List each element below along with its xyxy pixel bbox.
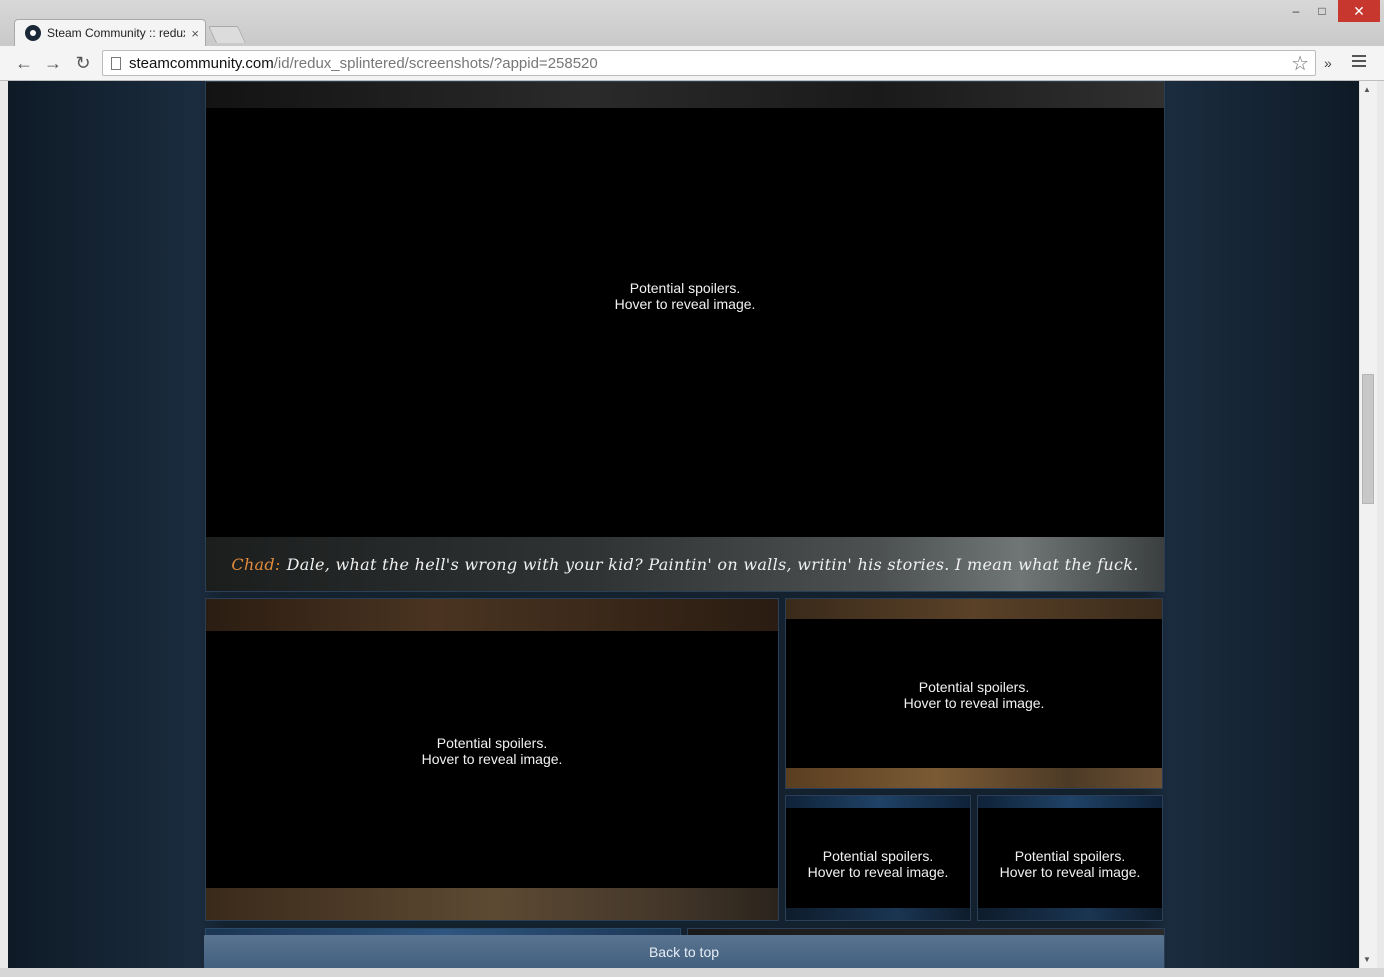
spoiler-notice: Potential spoilers. Hover to reveal imag… — [786, 679, 1162, 711]
browser-tab[interactable]: Steam Community :: redux × — [14, 19, 206, 46]
spoiler-line-2: Hover to reveal image. — [614, 296, 756, 312]
screenshot-edge — [786, 908, 970, 920]
screenshot-medium[interactable]: Potential spoilers. Hover to reveal imag… — [205, 598, 779, 921]
back-to-top-button[interactable]: Back to top — [204, 935, 1164, 968]
screenshot-edge — [978, 908, 1162, 920]
minimize-button[interactable]: – — [1284, 0, 1308, 22]
spoiler-line-1: Potential spoilers. — [436, 735, 548, 751]
bookmark-star-icon[interactable]: ☆ — [1291, 51, 1309, 76]
game-subtitle-caption: Chad: Dale, what the hell's wrong with y… — [206, 537, 1164, 591]
steam-favicon-icon — [25, 25, 41, 41]
screenshot-large[interactable]: Potential spoilers. Hover to reveal imag… — [205, 81, 1165, 592]
spoiler-line-2: Hover to reveal image. — [421, 751, 563, 767]
back-arrow-icon[interactable]: ← — [12, 51, 36, 75]
screenshot-edge — [786, 599, 1162, 619]
scroll-up-arrow-icon[interactable]: ▲ — [1363, 85, 1371, 94]
tab-close-icon[interactable]: × — [191, 26, 199, 41]
close-window-button[interactable]: ✕ — [1338, 0, 1380, 22]
screenshot-small-wide[interactable]: Potential spoilers. Hover to reveal imag… — [785, 598, 1163, 789]
scroll-down-arrow-icon[interactable]: ▼ — [1363, 955, 1371, 964]
spoiler-notice: Potential spoilers. Hover to reveal imag… — [206, 280, 1164, 312]
screenshot-edge — [206, 82, 1164, 108]
screenshot-edge — [786, 796, 970, 808]
address-bar[interactable]: steamcommunity.com/id/redux_splintered/s… — [102, 50, 1316, 76]
spoiler-line-1: Potential spoilers. — [629, 280, 741, 296]
tab-title: Steam Community :: redux — [47, 26, 185, 40]
caption-speaker: Chad: — [231, 554, 281, 574]
page-viewport: Potential spoilers. Hover to reveal imag… — [8, 81, 1359, 968]
maximize-button[interactable]: □ — [1310, 0, 1334, 22]
forward-arrow-icon[interactable]: → — [41, 51, 65, 75]
spoiler-line-2: Hover to reveal image. — [903, 695, 1045, 711]
spoiler-line-1: Potential spoilers. — [1014, 848, 1126, 864]
url-path: /id/redux_splintered/screenshots/?appid=… — [273, 54, 598, 72]
scroll-thumb[interactable] — [1362, 374, 1374, 504]
spoiler-line-1: Potential spoilers. — [822, 848, 934, 864]
page-icon — [111, 56, 121, 70]
spoiler-notice: Potential spoilers. Hover to reveal imag… — [786, 848, 970, 880]
spoiler-line-1: Potential spoilers. — [918, 679, 1030, 695]
browser-titlebar: Steam Community :: redux × – □ ✕ — [0, 0, 1384, 46]
browser-toolbar: ← → ↻ steamcommunity.com/id/redux_splint… — [0, 46, 1384, 81]
url-host: steamcommunity.com — [129, 54, 274, 72]
spoiler-line-2: Hover to reveal image. — [807, 864, 949, 880]
screenshot-edge — [206, 599, 778, 631]
screenshot-edge — [206, 888, 778, 920]
spoiler-line-2: Hover to reveal image. — [999, 864, 1141, 880]
hamburger-menu-icon[interactable] — [1352, 55, 1366, 70]
extensions-overflow-icon[interactable]: » — [1324, 55, 1332, 71]
url-text[interactable]: steamcommunity.com/id/redux_splintered/s… — [129, 55, 598, 72]
screenshot-tiny-right[interactable]: Potential spoilers. Hover to reveal imag… — [977, 795, 1163, 921]
page-scrollbar[interactable]: ▲ ▼ — [1359, 81, 1377, 968]
screenshot-edge — [786, 768, 1162, 788]
screenshot-tiny-left[interactable]: Potential spoilers. Hover to reveal imag… — [785, 795, 971, 921]
spoiler-notice: Potential spoilers. Hover to reveal imag… — [206, 735, 778, 767]
window-bottom-border — [0, 968, 1384, 977]
new-tab-button[interactable] — [208, 26, 246, 43]
caption-text: Dale, what the hell's wrong with your ki… — [286, 554, 1139, 574]
reload-icon[interactable]: ↻ — [71, 51, 95, 75]
screenshot-edge — [978, 796, 1162, 808]
spoiler-notice: Potential spoilers. Hover to reveal imag… — [978, 848, 1162, 880]
